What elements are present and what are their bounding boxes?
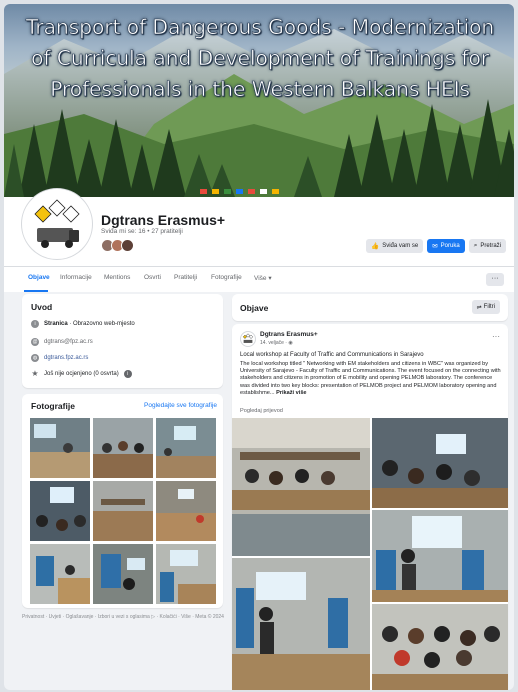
- tab-followers[interactable]: Pratitelji: [174, 274, 197, 281]
- tab-photos[interactable]: Fotografije: [211, 274, 242, 281]
- intro-category-bold: Stranica: [44, 321, 68, 327]
- intro-category-text: · Obrazovno web-mjesto: [67, 321, 135, 327]
- search-button[interactable]: ⌕ Pretraži: [468, 239, 506, 253]
- message-button[interactable]: ✉ Poruka: [427, 239, 465, 253]
- cover-title-line-3: Professionals in the Western Balkans HEI…: [50, 77, 471, 102]
- post-headline: Local workshop at Faculty of Traffic and…: [240, 352, 424, 358]
- photo-thumbnail[interactable]: [30, 544, 90, 604]
- post-photo[interactable]: [232, 418, 370, 556]
- photo-thumbnail[interactable]: [30, 481, 90, 541]
- tab-more[interactable]: Više ▾: [254, 274, 272, 282]
- intro-category: i Stranica · Obrazovno web-mjesto: [31, 320, 135, 328]
- like-button-label: Sviđa vam se: [382, 243, 419, 249]
- see-more-link[interactable]: Prikaži više: [275, 390, 306, 396]
- filter-sliders-icon: ⇌: [476, 304, 482, 311]
- photo-thumbnail[interactable]: [93, 481, 153, 541]
- post-card: Dgtrans Erasmus+ 14. veljače · ◉ ··· Loc…: [232, 324, 508, 690]
- intro-rating-text: Još nije ocjenjeno (0 osvrta): [44, 371, 119, 377]
- photo-thumbnail[interactable]: [93, 544, 153, 604]
- photos-grid: [30, 418, 216, 604]
- post-photo-collage: [232, 418, 508, 690]
- tab-reviews[interactable]: Osvrti: [144, 274, 161, 281]
- post-body: The local workshop titled " Networking w…: [240, 361, 502, 397]
- active-tab-indicator: [24, 290, 48, 292]
- profile-avatar[interactable]: [22, 189, 92, 259]
- intro-email-text[interactable]: dgtrans@fpz.ac.rs: [44, 339, 93, 345]
- filters-label: Filtri: [483, 304, 495, 310]
- post-photo[interactable]: [372, 418, 508, 508]
- message-button-label: Poruka: [440, 243, 460, 249]
- intro-title: Uvod: [31, 302, 53, 312]
- search-icon: ⌕: [473, 242, 478, 249]
- follower-avatars: [101, 239, 134, 253]
- intro-card: Uvod i Stranica · Obrazovno web-mjesto @…: [22, 294, 223, 388]
- page-tabs: Objave Informacije Mentions Osvrti Prati…: [4, 266, 514, 292]
- intro-email: @ dgtrans@fpz.ac.rs: [31, 338, 93, 346]
- photo-thumbnail[interactable]: [30, 418, 90, 478]
- cover-title-line-2: of Curricula and Development of Training…: [31, 46, 490, 71]
- star-icon: ★: [31, 369, 39, 378]
- email-icon: @: [31, 338, 39, 346]
- dgtrans-logo-icon: [25, 192, 89, 256]
- like-page-button[interactable]: 👍 Sviđa vam se: [366, 239, 424, 253]
- page-frame: Transport of Dangerous Goods - Moderniza…: [4, 4, 514, 690]
- cover-title: Transport of Dangerous Goods - Moderniza…: [8, 12, 512, 105]
- filters-button[interactable]: ⇌ Filtri: [471, 300, 500, 314]
- photos-title: Fotografije: [31, 401, 75, 411]
- see-translation-link[interactable]: Pogledaj prijevod: [240, 408, 283, 414]
- posts-header-card: Objave ⇌ Filtri: [232, 294, 508, 321]
- post-photo[interactable]: [372, 604, 508, 690]
- posts-title: Objave: [240, 303, 269, 313]
- messenger-icon: ✉: [432, 243, 438, 250]
- post-photo[interactable]: [372, 510, 508, 602]
- tab-about[interactable]: Informacije: [60, 274, 92, 281]
- cover-photo[interactable]: Transport of Dangerous Goods - Moderniza…: [4, 4, 514, 197]
- cover-title-line-1: Transport of Dangerous Goods - Moderniza…: [25, 15, 495, 40]
- photo-thumbnail[interactable]: [156, 481, 216, 541]
- profile-header: Dgtrans Erasmus+ Sviđa mi se: 16 • 27 pr…: [4, 189, 514, 292]
- thumbs-up-icon: 👍: [371, 243, 380, 250]
- tab-mentions[interactable]: Mentions: [104, 274, 130, 281]
- globe-icon: ◍: [31, 354, 39, 362]
- page-stats[interactable]: Sviđa mi se: 16 • 27 pratitelji: [101, 228, 183, 235]
- post-photo[interactable]: [232, 558, 370, 690]
- intro-website-link[interactable]: dgtrans.fpz.ac.rs: [44, 355, 88, 361]
- intro-website: ◍ dgtrans.fpz.ac.rs: [31, 354, 88, 362]
- post-author-name[interactable]: Dgtrans Erasmus+: [260, 331, 318, 338]
- intro-rating: ★ Još nije ocjenjeno (0 osvrta) i: [31, 370, 132, 378]
- photo-thumbnail[interactable]: [156, 418, 216, 478]
- photo-thumbnail[interactable]: [93, 418, 153, 478]
- search-button-label: Pretraži: [480, 243, 501, 249]
- see-all-photos-link[interactable]: Pogledajte sve fotografije: [144, 402, 217, 409]
- post-options-icon[interactable]: ···: [492, 332, 500, 341]
- page-name[interactable]: Dgtrans Erasmus+: [101, 212, 225, 228]
- photo-thumbnail[interactable]: [156, 544, 216, 604]
- header-actions: 👍 Sviđa vam se ✉ Poruka ⌕ Pretraži: [366, 239, 506, 253]
- info-circle-icon[interactable]: i: [123, 370, 132, 378]
- photos-card: Fotografije Pogledajte sve fotografije: [22, 394, 223, 608]
- dgtrans-logo-icon: [242, 333, 254, 343]
- more-options-button[interactable]: ···: [486, 273, 504, 286]
- page-footer[interactable]: Privatnost · Uvjeti · Oglašavanje · Izbo…: [22, 614, 227, 621]
- follower-avatar[interactable]: [121, 239, 134, 252]
- post-date[interactable]: 14. veljače · ◉: [260, 340, 293, 346]
- tab-posts[interactable]: Objave: [28, 274, 50, 281]
- info-icon: i: [31, 320, 39, 328]
- post-author-avatar[interactable]: [240, 331, 256, 347]
